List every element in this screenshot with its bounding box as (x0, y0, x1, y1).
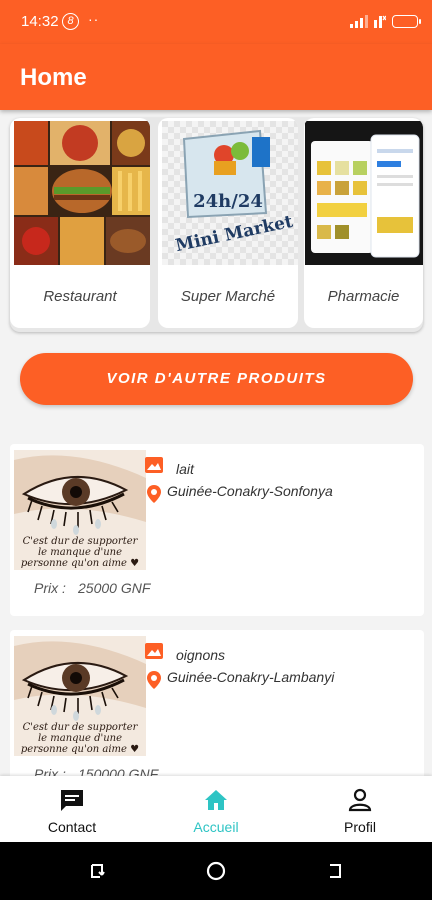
home-icon (205, 790, 227, 810)
nav-contact[interactable]: Contact (0, 776, 144, 842)
restaurant-image (14, 121, 150, 265)
price-label: Prix : (34, 580, 66, 596)
category-carousel[interactable]: Restaurant 24h/24 Mini Market Super Marc… (10, 118, 423, 332)
nav-accueil[interactable]: Accueil (144, 776, 288, 842)
back-icon[interactable] (326, 862, 344, 880)
signal-x-icon (374, 15, 386, 28)
image-icon (145, 457, 163, 473)
app-bar: Home (0, 44, 432, 110)
product-location: Guinée-Conakry-Lambanyi (167, 669, 335, 685)
product-name: lait (176, 461, 194, 477)
nav-profil[interactable]: Profil (288, 776, 432, 842)
product-name: oignons (176, 647, 226, 663)
product-card[interactable]: C'est dur de supporter le manque d'une p… (10, 444, 424, 616)
product-image: C'est dur de supporter le manque d'une p… (14, 636, 146, 756)
location-pin-icon (147, 671, 161, 689)
notification-badge: 8 (62, 13, 79, 30)
home-circle-icon[interactable] (206, 861, 226, 881)
svg-text:24h/24: 24h/24 (193, 191, 263, 212)
location-pin-icon (147, 485, 161, 503)
category-pharmacie[interactable]: Pharmacie (304, 118, 423, 328)
pharmacy-image (305, 121, 423, 265)
more-products-button[interactable]: VOIR D'AUTRE PRODUITS (20, 353, 413, 405)
status-time: 14:32 (21, 13, 59, 30)
person-icon (348, 788, 372, 812)
product-price: 25000 GNF (78, 580, 151, 596)
category-label: Restaurant (43, 288, 117, 305)
product-image: C'est dur de supporter le manque d'une p… (14, 450, 146, 570)
bottom-navigation: Contact Accueil Profil (0, 776, 432, 842)
signal-icon (350, 15, 368, 28)
battery-icon (392, 14, 421, 28)
page-title: Home (20, 64, 87, 91)
nav-label-accueil: Accueil (193, 819, 239, 835)
notification-dots: ·· (88, 11, 100, 27)
nav-label-contact: Contact (47, 819, 97, 835)
category-label: Pharmacie (327, 288, 400, 305)
recent-apps-icon[interactable] (88, 862, 106, 880)
category-supermarche[interactable]: 24h/24 Mini Market Super Marché (158, 118, 298, 328)
nav-label-profil: Profil (344, 819, 376, 835)
contact-icon (61, 790, 83, 811)
image-caption: C'est dur de supporter le manque d'une p… (20, 536, 140, 569)
status-bar: 14:32 8 ·· (0, 0, 432, 44)
status-icons (350, 13, 421, 29)
product-location: Guinée-Conakry-Sonfonya (167, 483, 333, 499)
category-restaurant[interactable]: Restaurant (10, 118, 150, 328)
category-label: Super Marché (180, 288, 276, 305)
image-caption: C'est dur de supporter le manque d'une p… (20, 722, 140, 755)
mini-market-image: 24h/24 Mini Market (162, 121, 298, 265)
image-icon (145, 643, 163, 659)
system-navigation-bar (0, 842, 432, 900)
